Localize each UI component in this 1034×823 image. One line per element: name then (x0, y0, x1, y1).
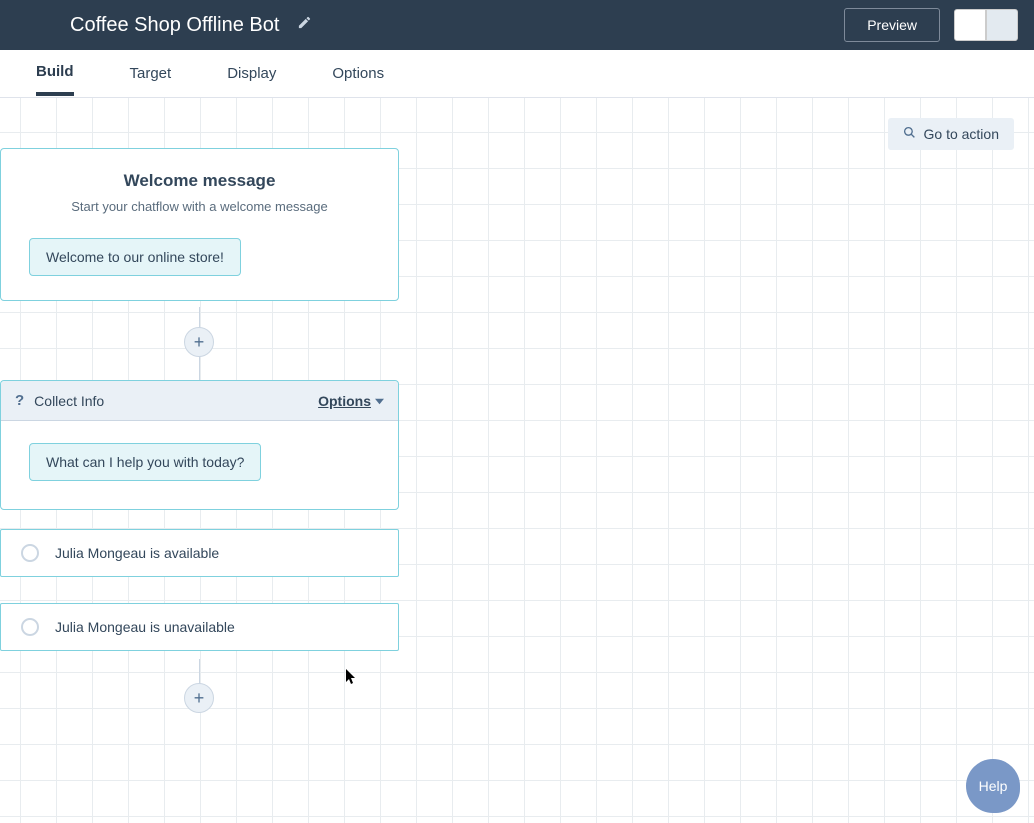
cursor-icon (346, 669, 358, 685)
tab-options[interactable]: Options (332, 53, 384, 94)
tab-target[interactable]: Target (130, 53, 172, 94)
collect-info-node[interactable]: ? Collect Info Options What can I help y… (0, 380, 399, 510)
tab-bar: Build Target Display Options (0, 50, 1034, 98)
plus-icon: + (194, 688, 205, 709)
tab-build[interactable]: Build (36, 51, 74, 96)
radio-icon (21, 618, 39, 636)
options-label: Options (318, 393, 371, 409)
add-step-button[interactable]: + (184, 327, 214, 357)
welcome-node-subtitle: Start your chatflow with a welcome messa… (29, 199, 370, 214)
page-title: Coffee Shop Offline Bot (70, 14, 279, 37)
branch-available[interactable]: Julia Mongeau is available (0, 529, 399, 577)
collect-node-name: Collect Info (34, 393, 104, 409)
tab-display[interactable]: Display (227, 53, 276, 94)
welcome-message-node[interactable]: Welcome message Start your chatflow with… (0, 148, 399, 301)
branch-label: Julia Mongeau is available (55, 545, 219, 561)
add-step-button[interactable]: + (184, 683, 214, 713)
question-icon: ? (15, 392, 24, 409)
publish-toggle[interactable] (954, 9, 1018, 41)
collect-prompt-bubble[interactable]: What can I help you with today? (29, 443, 261, 481)
go-to-action-button[interactable]: Go to action (888, 118, 1015, 150)
flow-canvas[interactable]: Go to action Welcome message Start your … (0, 98, 1034, 823)
preview-button[interactable]: Preview (844, 8, 940, 42)
welcome-message-bubble[interactable]: Welcome to our online store! (29, 238, 241, 276)
collect-node-header: ? Collect Info Options (1, 381, 398, 421)
plus-icon: + (194, 332, 205, 353)
edit-title-icon[interactable] (297, 15, 312, 35)
radio-icon (21, 544, 39, 562)
branch-label: Julia Mongeau is unavailable (55, 619, 235, 635)
node-options-dropdown[interactable]: Options (318, 393, 384, 409)
go-to-action-label: Go to action (924, 126, 1000, 142)
welcome-node-title: Welcome message (29, 171, 370, 191)
search-icon (903, 126, 916, 142)
help-button[interactable]: Help (966, 759, 1020, 813)
branch-unavailable[interactable]: Julia Mongeau is unavailable (0, 603, 399, 651)
chevron-down-icon (375, 393, 384, 409)
